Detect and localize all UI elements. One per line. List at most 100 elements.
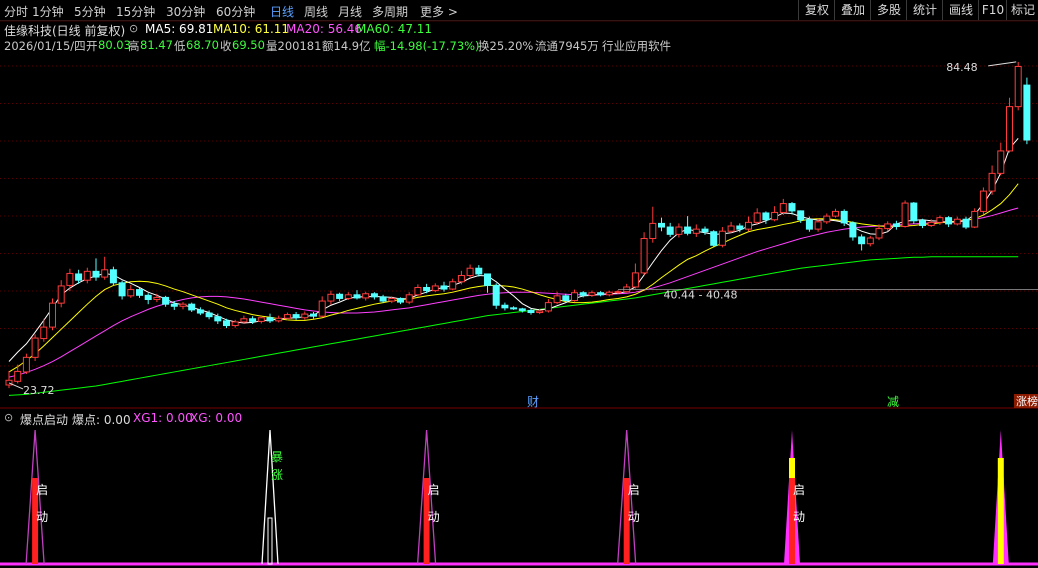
candle-body (727, 225, 735, 232)
candle-body (684, 226, 692, 234)
candle-body (501, 304, 509, 309)
candle-body (597, 292, 605, 296)
candle-body (571, 292, 578, 302)
candle-body (283, 314, 291, 319)
qi-label: 启 (428, 483, 440, 497)
ma20-line (8, 207, 1019, 378)
candle-body (196, 309, 204, 314)
candle-body (858, 236, 866, 245)
candle-body (945, 217, 953, 225)
candle-body (1014, 66, 1022, 108)
candle-body (466, 267, 474, 277)
qi-label: 启 (36, 483, 48, 497)
candle-body (771, 211, 779, 221)
candle-body (318, 300, 326, 317)
candle-body (188, 303, 196, 311)
dong-label: 动 (36, 510, 48, 524)
candle-body (692, 228, 700, 234)
candle-body (875, 228, 883, 239)
candle-body (362, 293, 370, 299)
qi-label: 启 (628, 483, 640, 497)
candle-body (75, 273, 83, 281)
candle-body (118, 282, 126, 297)
candle-body (49, 302, 56, 328)
candle-body (536, 310, 544, 314)
candle-body (431, 285, 439, 292)
candle-body (658, 222, 665, 228)
candle-body (66, 272, 74, 286)
candle-body (832, 210, 839, 217)
candle-body (162, 296, 170, 305)
candle-body (588, 292, 596, 296)
candle-body (22, 356, 30, 373)
candle-body (440, 285, 448, 290)
candle-body (484, 273, 491, 286)
level-range-label: 40.44 - 40.48 (664, 288, 738, 301)
candle-body (518, 308, 526, 311)
candle-body (449, 281, 457, 290)
candle-body (579, 292, 587, 296)
candle-body (866, 237, 874, 245)
candle-body (492, 284, 500, 306)
candle-body (953, 218, 961, 225)
candle-body (640, 238, 648, 274)
candle-body (919, 220, 926, 226)
candle-body (971, 210, 979, 228)
candle-body (301, 313, 309, 319)
candle-body (553, 295, 561, 304)
candle-body (127, 289, 135, 297)
low-price-label: 23.72 (23, 384, 55, 397)
candle-body (40, 326, 48, 340)
candle-body (910, 202, 918, 222)
candle-body (736, 225, 744, 230)
candle-body (762, 212, 770, 221)
reduce-marker: 减 (887, 395, 899, 409)
candle-body (527, 309, 535, 314)
candle-body (979, 190, 987, 212)
candle-body (849, 222, 857, 238)
candle-body (414, 287, 422, 296)
candle-body (710, 231, 718, 246)
candle-body (310, 313, 317, 317)
candle-body (101, 269, 109, 278)
zhangting-marker: 涨榜 (1016, 394, 1038, 408)
candle-body (57, 285, 65, 304)
kline-chart[interactable]: 84.4823.7240.44 - 40.48财减涨榜 启动启动启动启动暴涨 (0, 0, 1038, 568)
candle-body (753, 212, 761, 223)
candle-body (231, 321, 239, 327)
candle-body (14, 370, 22, 382)
yellow-bar (789, 458, 795, 478)
candle-body (109, 269, 117, 284)
candle-body (892, 223, 900, 228)
candle-body (936, 217, 944, 223)
dong-label: 动 (428, 510, 440, 524)
candle-body (823, 215, 831, 223)
candle-body (562, 295, 570, 302)
candle-body (805, 219, 813, 230)
bao-label: 暴 (271, 450, 283, 464)
candle-body (840, 210, 848, 224)
candle-body (814, 221, 822, 230)
candle-body (205, 312, 213, 318)
candle-body (666, 226, 674, 235)
low-pointer (8, 382, 24, 390)
candle-body (170, 303, 178, 307)
dong-label: 动 (628, 510, 640, 524)
candle-body (649, 222, 657, 240)
candle-body (388, 297, 396, 302)
candle-body (370, 293, 378, 298)
candle-body (223, 320, 230, 327)
qi-label: 启 (793, 483, 805, 497)
candle-body (997, 150, 1005, 174)
candle-body (745, 221, 752, 230)
candle-body (475, 267, 483, 275)
candle-body (675, 226, 683, 235)
candle-body (614, 291, 622, 294)
candle-body (423, 287, 431, 292)
candle-body (397, 297, 404, 303)
zhang-label: 涨 (271, 467, 283, 482)
ma60-line (8, 256, 1019, 396)
ma10-line (8, 183, 1019, 373)
candle-body (144, 294, 152, 300)
candle-body (457, 275, 465, 283)
